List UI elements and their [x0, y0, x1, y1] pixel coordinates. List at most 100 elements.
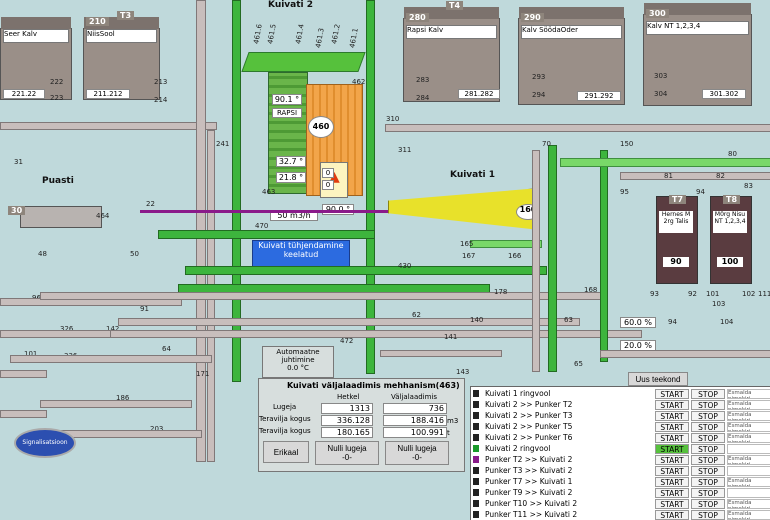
dryer2-temp3: 21.8 ° [276, 172, 306, 183]
silo-t3[interactable]: 210 T3 NiisSool 211.212 [83, 11, 160, 100]
tank-t7[interactable]: T7 Hernes M 2rg Talis 90 [656, 195, 698, 284]
conveyor-active[interactable] [185, 266, 547, 275]
route-color-swatch [473, 467, 479, 474]
meter-col1: Hetkel [337, 393, 360, 401]
route-start-button[interactable]: START [655, 455, 689, 465]
route-name: Punker T2 >> Kuivati 2 [485, 455, 573, 464]
route-stop-button[interactable]: STOP [691, 477, 725, 487]
new-route-button[interactable]: Uus teekond [628, 372, 688, 386]
route-comment[interactable]: Esmalda nimekiri [727, 477, 770, 487]
reset-counter-button[interactable]: Nulli lugeja -0- [315, 441, 379, 465]
route-stop-button[interactable]: STOP [691, 455, 725, 465]
auto-control[interactable]: Automaatne juhtimine 0.0 °C [262, 346, 334, 378]
node-label: 472 [340, 337, 354, 345]
route-comment[interactable]: Esmalda nimekiri [727, 400, 770, 410]
route-comment[interactable]: Esmalda nimekiri [727, 433, 770, 443]
node-label: 293 [532, 73, 546, 81]
conveyor[interactable] [40, 292, 602, 300]
conveyor[interactable] [0, 410, 47, 418]
route-comment[interactable]: Esmalda nimekiri [727, 510, 770, 520]
route-comment[interactable] [727, 488, 770, 498]
route-comment[interactable] [727, 444, 770, 454]
route-start-button[interactable]: START [655, 488, 689, 498]
conveyor[interactable] [10, 355, 212, 363]
route-comment[interactable]: Esmalda nimekiri [727, 389, 770, 399]
conveyor-active[interactable] [560, 158, 770, 167]
route-start-button[interactable]: START [655, 444, 689, 454]
route-start-button[interactable]: START [655, 389, 689, 399]
route-start-button[interactable]: START [655, 433, 689, 443]
route-start-button[interactable]: START [655, 466, 689, 476]
signalization-button[interactable]: Signalisatsioon [14, 428, 76, 458]
route-stop-button[interactable]: STOP [691, 411, 725, 421]
route-comment[interactable] [727, 466, 770, 476]
route-name: Kuivati 2 >> Punker T5 [485, 422, 573, 431]
route-name: Punker T10 >> Kuivati 2 [485, 499, 578, 508]
route-comment[interactable]: Esmalda nimekiri [727, 411, 770, 421]
node-label: 223 [50, 94, 64, 102]
route-row: Kuivati 2 >> Punker T6 START STOP Esmalda n… [471, 433, 770, 443]
route-start-button[interactable]: START [655, 411, 689, 421]
conveyor-active[interactable] [158, 230, 375, 239]
route-stop-button[interactable]: STOP [691, 444, 725, 454]
conveyor[interactable] [110, 330, 642, 338]
dryer2-inlet-conveyor[interactable] [241, 52, 366, 72]
route-name: Kuivati 2 >> Punker T6 [485, 433, 573, 442]
route-start-button[interactable]: START [655, 510, 689, 520]
route-row: Punker T9 >> Kuivati 2 START STOP [471, 488, 770, 498]
density-button[interactable]: Erikaal [263, 441, 309, 463]
route-name: Kuivati 2 >> Punker T2 [485, 400, 573, 409]
node-label: 167 [462, 252, 476, 260]
conveyor[interactable] [385, 124, 770, 132]
silo-1[interactable]: Seer Kalv 221.22 [0, 17, 72, 100]
route-start-button[interactable]: START [655, 477, 689, 487]
conveyor[interactable] [380, 350, 502, 357]
route-comment[interactable]: Esmalda nimekiri [727, 422, 770, 432]
node-label: 65 [574, 360, 583, 368]
silo-counter: 281.282 [458, 89, 500, 99]
route-row: Punker T11 >> Kuivati 2 START STOP Esmalda … [471, 510, 770, 520]
discharge-meter-panel: Kuivati väljalaadimis mehhanism(463) Het… [258, 378, 465, 472]
node-label: 171 [196, 370, 210, 378]
route-stop-button[interactable]: STOP [691, 499, 725, 509]
tank-t8[interactable]: T8 M0rg Nisu NT 1,2,3,4 100 [710, 195, 752, 284]
conveyor[interactable] [0, 370, 47, 378]
silo-t4[interactable]: 280 T4 Rapsi Kalv 281.282 [403, 1, 500, 102]
route-stop-button[interactable]: STOP [691, 488, 725, 498]
node-label: 283 [416, 76, 430, 84]
route-comment[interactable]: Esmalda nimekiri [727, 455, 770, 465]
route-row: Punker T10 >> Kuivati 2 START STOP Esmalda … [471, 499, 770, 509]
silo-number: 280 [406, 13, 429, 22]
conveyor[interactable] [620, 172, 770, 180]
route-comment[interactable]: Esmalda nimekiri [727, 499, 770, 509]
route-name: Punker T11 >> Kuivati 2 [485, 510, 578, 519]
route-stop-button[interactable]: STOP [691, 400, 725, 410]
conveyor[interactable] [0, 122, 217, 130]
route-stop-button[interactable]: STOP [691, 433, 725, 443]
elevator-pipe[interactable] [548, 145, 557, 372]
route-stop-button[interactable]: STOP [691, 422, 725, 432]
conveyor[interactable] [600, 350, 770, 358]
node-label: 461.1 [348, 27, 360, 49]
elevator-pipe[interactable] [600, 150, 608, 362]
node-label: 22 [146, 200, 155, 208]
route-stop-button[interactable]: STOP [691, 510, 725, 520]
conveyor[interactable] [118, 318, 580, 326]
cleaner[interactable] [20, 206, 102, 228]
node-label: 168 [584, 286, 598, 294]
meter-title: Kuivati väljalaadimis mehhanism(463) [287, 381, 460, 390]
route-name: Punker T3 >> Kuivati 2 [485, 466, 573, 475]
meter-unit: m3 [447, 417, 459, 425]
route-start-button[interactable]: START [655, 400, 689, 410]
conveyor[interactable] [40, 400, 192, 408]
route-color-swatch [473, 445, 479, 452]
reset-counter-button[interactable]: Nulli lugeja -0- [385, 441, 449, 465]
route-start-button[interactable]: START [655, 499, 689, 509]
node-label: 165 [460, 240, 474, 248]
elevator-pipe[interactable] [532, 150, 540, 372]
valve-percent-1[interactable]: 60.0 % [620, 317, 656, 328]
route-stop-button[interactable]: STOP [691, 389, 725, 399]
route-start-button[interactable]: START [655, 422, 689, 432]
route-stop-button[interactable]: STOP [691, 466, 725, 476]
node-label: 461.6 [252, 23, 264, 45]
